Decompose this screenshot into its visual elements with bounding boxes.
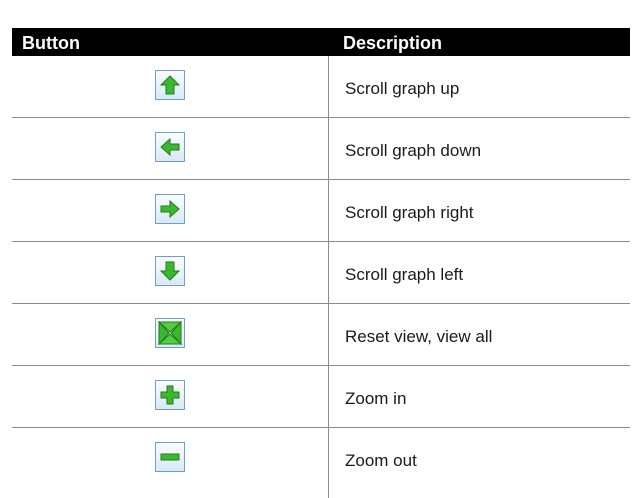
header-button: Button	[22, 33, 80, 53]
scroll-up-button[interactable]	[155, 70, 185, 100]
button-description-table: Button Description Scroll graph up Scrol…	[12, 28, 630, 498]
arrow-up-icon	[159, 75, 181, 95]
row-description: Zoom out	[345, 451, 417, 470]
table-header: Button Description	[12, 28, 630, 56]
column-divider	[328, 56, 329, 498]
scroll-left-button[interactable]	[155, 132, 185, 162]
table-row: Zoom out	[12, 428, 630, 490]
minus-icon	[160, 453, 180, 461]
row-description: Scroll graph up	[345, 79, 460, 98]
table-row: Scroll graph right	[12, 180, 630, 242]
header-description: Description	[343, 33, 443, 53]
scroll-down-button[interactable]	[155, 256, 185, 286]
arrow-right-icon	[160, 199, 180, 219]
plus-icon	[160, 385, 180, 405]
table-row: Reset view, view all	[12, 304, 630, 366]
row-description: Scroll graph right	[345, 203, 474, 222]
arrow-down-icon	[159, 261, 181, 281]
zoom-in-button[interactable]	[155, 380, 185, 410]
scroll-right-button[interactable]	[155, 194, 185, 224]
table-row: Scroll graph down	[12, 118, 630, 180]
table-row: Scroll graph up	[12, 56, 630, 118]
row-description: Reset view, view all	[345, 327, 493, 346]
table-row: Zoom in	[12, 366, 630, 428]
zoom-out-button[interactable]	[155, 442, 185, 472]
table-row: Scroll graph left	[12, 242, 630, 304]
row-description: Scroll graph down	[345, 141, 482, 160]
reset-view-icon	[158, 321, 182, 345]
row-description: Zoom in	[345, 389, 407, 408]
row-description: Scroll graph left	[345, 265, 464, 284]
arrow-left-icon	[160, 137, 180, 157]
reset-view-button[interactable]	[155, 318, 185, 348]
